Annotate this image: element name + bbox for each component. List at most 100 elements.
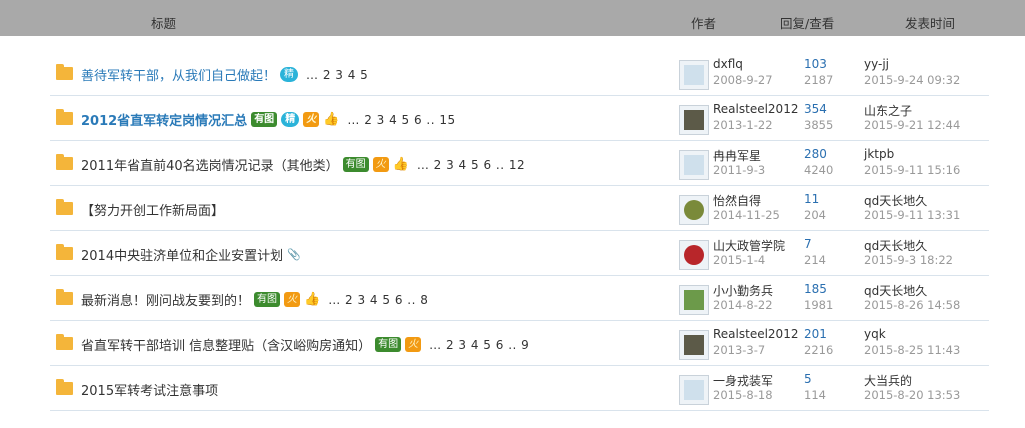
view-count: 4240: [804, 163, 834, 177]
view-count: 1981: [804, 298, 834, 312]
table-row: 【努力开创工作新局面】 怡然自得 2014-11-25 11 204 qd天长地…: [50, 186, 989, 231]
thread-title[interactable]: 2015军转考试注意事项: [81, 380, 218, 399]
folder-icon[interactable]: [56, 199, 73, 215]
page-links[interactable]: … 2 3 4 5 6 .. 8: [328, 293, 428, 307]
avatar[interactable]: [679, 195, 709, 225]
author-date: 2008-9-27: [713, 73, 773, 87]
image-badge: 有图: [254, 292, 281, 307]
page-links[interactable]: … 2 3 4 5 6 .. 15: [347, 113, 455, 127]
author-name[interactable]: 小小勤务兵: [713, 282, 773, 299]
image-badge: 有图: [342, 157, 369, 172]
page-links[interactable]: … 2 3 4 5: [306, 68, 368, 82]
table-row: 2014中央驻济单位和企业安置计划 📎 山大政管学院 2015-1-4 7 21…: [50, 231, 989, 276]
folder-icon[interactable]: [56, 244, 73, 260]
reply-count[interactable]: 280: [804, 147, 827, 161]
author-date: 2014-8-22: [713, 298, 773, 312]
thumbs-up-icon: 👍: [304, 292, 321, 307]
last-post-time[interactable]: 2015-9-11 13:31: [864, 208, 960, 222]
page-links[interactable]: … 2 3 4 5 6 .. 9: [429, 338, 529, 352]
folder-icon[interactable]: [56, 289, 73, 305]
thread-list: 善待军转干部，从我们自己做起！ 精 … 2 3 4 5 dxflq 2008-9…: [0, 36, 1025, 428]
reply-count[interactable]: 5: [804, 372, 812, 386]
author-date: 2011-9-3: [713, 163, 766, 177]
last-post-time[interactable]: 2015-9-11 15:16: [864, 163, 960, 177]
author-name[interactable]: Realsteel2012: [713, 102, 798, 116]
avatar[interactable]: [679, 60, 709, 90]
thread-title[interactable]: 最新消息！刚问战友要到的！: [81, 290, 250, 309]
last-poster[interactable]: qd天长地久: [864, 192, 927, 209]
author-date: 2013-3-7: [713, 343, 766, 357]
last-post-time[interactable]: 2015-9-21 12:44: [864, 118, 960, 132]
avatar[interactable]: [679, 240, 709, 270]
hot-badge: 火: [372, 157, 389, 172]
thread-title[interactable]: 省直军转干部培训 信息整理贴（含汉峪购房通知）: [81, 335, 371, 354]
page-links[interactable]: … 2 3 4 5 6 .. 12: [417, 158, 525, 172]
author-date: 2014-11-25: [713, 208, 780, 222]
folder-icon[interactable]: [56, 154, 73, 170]
reply-count[interactable]: 11: [804, 192, 819, 206]
last-poster[interactable]: 山东之子: [864, 102, 912, 119]
folder-icon[interactable]: [56, 109, 73, 125]
avatar[interactable]: [679, 150, 709, 180]
thread-title[interactable]: 【努力开创工作新局面】: [81, 200, 224, 219]
hot-badge: 火: [405, 337, 422, 352]
author-name[interactable]: 一身戎装军: [713, 372, 773, 389]
table-row: 2015军转考试注意事项 一身戎装军 2015-8-18 5 114 大当兵的 …: [50, 366, 989, 411]
view-count: 2187: [804, 73, 834, 87]
last-poster[interactable]: yqk: [864, 327, 886, 341]
avatar[interactable]: [679, 285, 709, 315]
avatar[interactable]: [679, 330, 709, 360]
thread-title[interactable]: 善待军转干部，从我们自己做起！: [81, 65, 276, 84]
thread-title[interactable]: 2014中央驻济单位和企业安置计划: [81, 245, 283, 264]
avatar[interactable]: [679, 105, 709, 135]
folder-icon[interactable]: [56, 379, 73, 395]
table-row: 省直军转干部培训 信息整理贴（含汉峪购房通知） 有图 火 … 2 3 4 5 6…: [50, 321, 989, 366]
author-name[interactable]: 冉冉军星: [713, 147, 761, 164]
thread-title[interactable]: 2012省直军转定岗情况汇总: [81, 110, 247, 129]
last-poster[interactable]: qd天长地久: [864, 237, 927, 254]
reply-count[interactable]: 7: [804, 237, 812, 251]
last-post-time[interactable]: 2015-9-24 09:32: [864, 73, 960, 87]
thumbs-up-icon: 👍: [392, 157, 409, 172]
table-row: 2012省直军转定岗情况汇总 有图 精 火 👍 … 2 3 4 5 6 .. 1…: [50, 96, 989, 141]
author-name[interactable]: Realsteel2012: [713, 327, 798, 341]
last-poster[interactable]: yy-jj: [864, 57, 889, 71]
attachment-icon: 📎: [287, 248, 301, 261]
table-header: 标题 作者 回复/查看 发表时间: [0, 0, 1025, 36]
header-author: 作者: [691, 16, 717, 31]
reply-count[interactable]: 185: [804, 282, 827, 296]
author-name[interactable]: 怡然自得: [713, 192, 761, 209]
table-row: 善待军转干部，从我们自己做起！ 精 … 2 3 4 5 dxflq 2008-9…: [50, 51, 989, 96]
view-count: 3855: [804, 118, 834, 132]
author-date: 2013-1-22: [713, 118, 773, 132]
last-post-time[interactable]: 2015-9-3 18:22: [864, 253, 953, 267]
author-date: 2015-8-18: [713, 388, 773, 402]
last-poster[interactable]: 大当兵的: [864, 372, 912, 389]
author-name[interactable]: dxflq: [713, 57, 743, 71]
header-reply-view[interactable]: 回复/查看: [780, 13, 834, 32]
hot-badge: 火: [284, 292, 301, 307]
table-row: 最新消息！刚问战友要到的！ 有图 火 👍 … 2 3 4 5 6 .. 8 小小…: [50, 276, 989, 321]
last-poster[interactable]: qd天长地久: [864, 282, 927, 299]
digest-badge: 精: [280, 67, 299, 82]
author-date: 2015-1-4: [713, 253, 766, 267]
view-count: 2216: [804, 343, 834, 357]
table-row: 2011年省直前40名选岗情况记录（其他类） 有图 火 👍 … 2 3 4 5 …: [50, 141, 989, 186]
view-count: 214: [804, 253, 826, 267]
last-post-time[interactable]: 2015-8-26 14:58: [864, 298, 960, 312]
reply-count[interactable]: 103: [804, 57, 827, 71]
reply-count[interactable]: 354: [804, 102, 827, 116]
header-post-time[interactable]: 发表时间: [905, 13, 955, 32]
last-poster[interactable]: jktpb: [864, 147, 894, 161]
reply-count[interactable]: 201: [804, 327, 827, 341]
image-badge: 有图: [251, 112, 278, 127]
last-post-time[interactable]: 2015-8-20 13:53: [864, 388, 960, 402]
thumbs-up-icon: 👍: [323, 112, 340, 127]
thread-title[interactable]: 2011年省直前40名选岗情况记录（其他类）: [81, 155, 339, 174]
avatar[interactable]: [679, 375, 709, 405]
header-title: 标题: [151, 16, 177, 31]
folder-icon[interactable]: [56, 64, 73, 80]
folder-icon[interactable]: [56, 334, 73, 350]
last-post-time[interactable]: 2015-8-25 11:43: [864, 343, 960, 357]
author-name[interactable]: 山大政管学院: [713, 237, 785, 254]
